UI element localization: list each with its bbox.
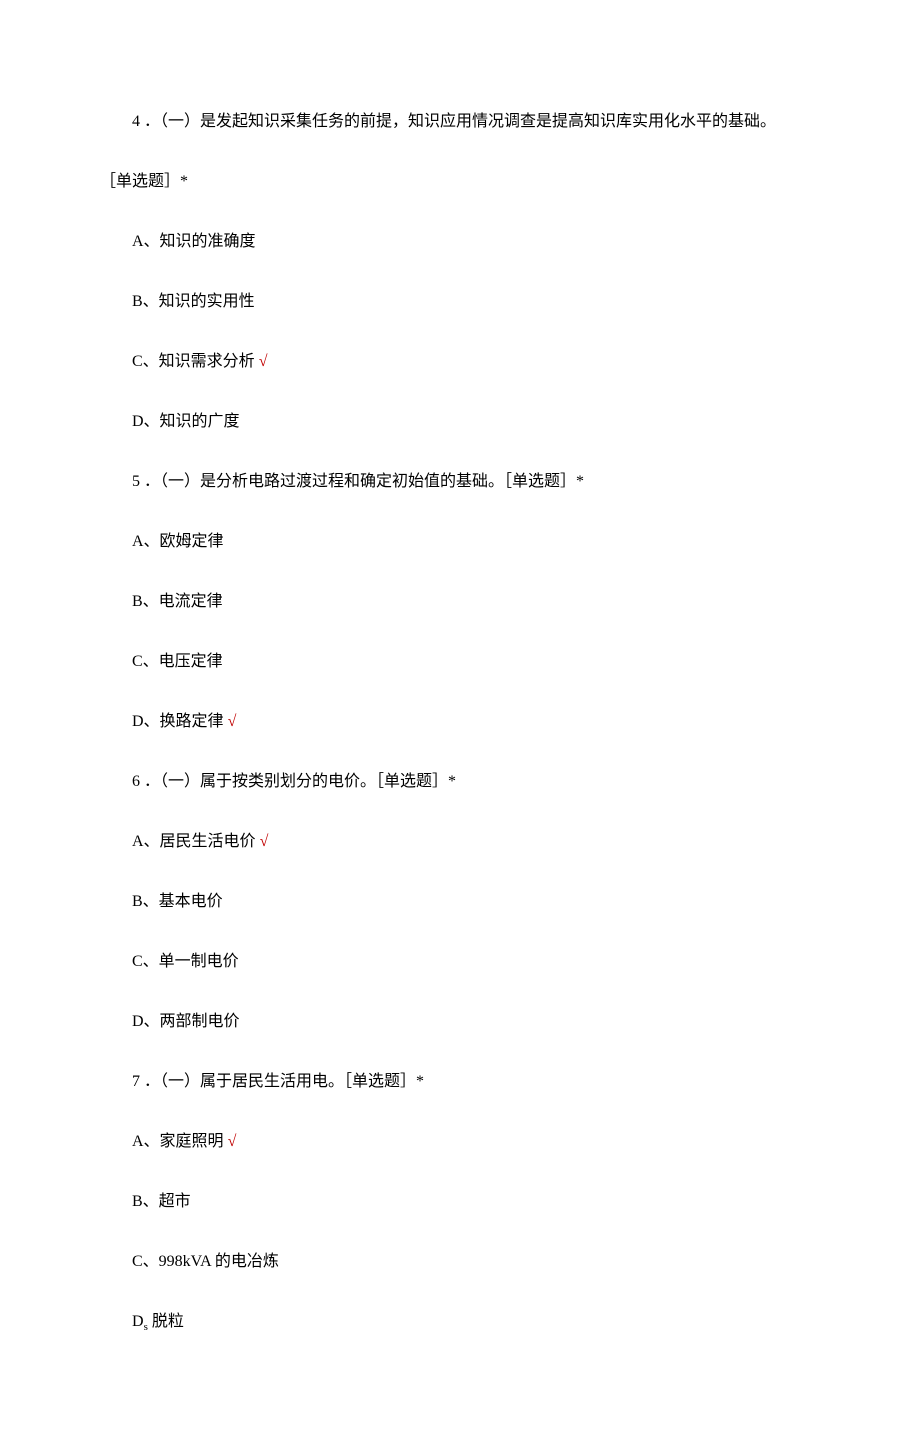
question-5-text: 5 ．（一）是分析电路过渡过程和确定初始值的基础。［单选题］* (100, 470, 820, 494)
correct-check-icon: √ (255, 353, 268, 370)
question-4-text-line2: ［单选题］* (100, 170, 820, 194)
question-5-option-b: B、电流定律 (100, 590, 820, 614)
question-5-option-d-text: D、换路定律 (132, 713, 224, 730)
question-5-option-c: C、电压定律 (100, 650, 820, 674)
question-4-option-d: D、知识的广度 (100, 410, 820, 434)
correct-check-icon: √ (224, 713, 237, 730)
question-7-option-d-suffix: 脱粒 (148, 1313, 184, 1330)
question-6-option-d: D、两部制电价 (100, 1010, 820, 1034)
question-6-option-b: B、基本电价 (100, 890, 820, 914)
question-6-option-c: C、单一制电价 (100, 950, 820, 974)
question-5-option-a: A、欧姆定律 (100, 530, 820, 554)
question-7-option-d-prefix: D (132, 1313, 144, 1330)
question-6-option-a-text: A、居民生活电价 (132, 833, 256, 850)
question-5: 5 ．（一）是分析电路过渡过程和确定初始值的基础。［单选题］* A、欧姆定律 B… (100, 470, 820, 734)
question-7-option-a: A、家庭照明 √ (100, 1130, 820, 1154)
question-4-option-c: C、知识需求分析 √ (100, 350, 820, 374)
question-4-option-a: A、知识的准确度 (100, 230, 820, 254)
question-6: 6 ．（一）属于按类别划分的电价。［单选题］* A、居民生活电价 √ B、基本电… (100, 770, 820, 1034)
question-5-option-d: D、换路定律 √ (100, 710, 820, 734)
correct-check-icon: √ (224, 1133, 237, 1150)
question-7-option-a-text: A、家庭照明 (132, 1133, 224, 1150)
question-7: 7 ．（一）属于居民生活用电。［单选题］* A、家庭照明 √ B、超市 C、99… (100, 1070, 820, 1336)
question-6-text: 6 ．（一）属于按类别划分的电价。［单选题］* (100, 770, 820, 794)
question-4-text-line1: 4 ．（一）是发起知识采集任务的前提，知识应用情况调查是提高知识库实用化水平的基… (100, 110, 820, 134)
question-6-option-a: A、居民生活电价 √ (100, 830, 820, 854)
question-7-option-b: B、超市 (100, 1190, 820, 1214)
question-7-option-d: Ds 脱粒 (100, 1310, 820, 1336)
question-4-option-b: B、知识的实用性 (100, 290, 820, 314)
question-7-option-c: C、998kVA 的电冶炼 (100, 1250, 820, 1274)
correct-check-icon: √ (256, 833, 269, 850)
question-4-option-c-text: C、知识需求分析 (132, 353, 255, 370)
question-4: 4 ．（一）是发起知识采集任务的前提，知识应用情况调查是提高知识库实用化水平的基… (100, 110, 820, 434)
question-7-text: 7 ．（一）属于居民生活用电。［单选题］* (100, 1070, 820, 1094)
